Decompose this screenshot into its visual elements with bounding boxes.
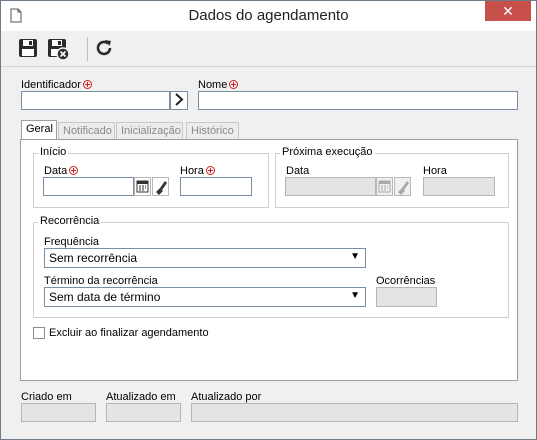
updated-by-label: Atualizado por [191, 391, 262, 403]
created-input [21, 403, 96, 422]
recurrence-end-label: Término da recorrência [44, 275, 158, 287]
frequency-select[interactable]: Sem recorrência ▼ [44, 248, 366, 268]
eraser-icon [156, 181, 167, 195]
refresh-button[interactable] [93, 37, 117, 61]
recurrence-end-select[interactable]: Sem data de término ▼ [44, 287, 366, 307]
next-run-group-title: Próxima execução [280, 146, 375, 158]
start-date-clear-button[interactable] [152, 177, 169, 196]
dropdown-arrow-icon: ▼ [350, 251, 360, 262]
eraser-icon [398, 181, 409, 195]
next-run-group: Próxima execução Data Hora [275, 146, 509, 208]
next-run-date-input [285, 177, 376, 196]
delete-on-finish-label: Excluir ao finalizar agendamento [49, 327, 209, 339]
calendar-icon [136, 180, 149, 193]
save-and-close-icon [48, 39, 70, 61]
title-bar: Dados do agendamento ✕ [1, 1, 536, 31]
name-label-text: Nome [198, 79, 228, 91]
close-icon: ✕ [502, 3, 514, 19]
delete-on-finish-checkbox[interactable] [33, 327, 45, 339]
identifier-input[interactable] [21, 91, 170, 110]
identifier-label: Identificador [21, 79, 92, 91]
updated-input [106, 403, 181, 422]
tab-geral[interactable]: Geral [21, 120, 57, 140]
start-date-label: Data [44, 165, 79, 177]
identifier-label-text: Identificador [21, 79, 81, 91]
minimize-button[interactable] [443, 1, 473, 23]
tab-panel-geral: Início Data Hora Próxima execução Data H… [20, 139, 518, 381]
start-group-title: Início [38, 146, 69, 158]
occurrences-label: Ocorrências [376, 275, 436, 287]
next-run-time-label: Hora [423, 165, 447, 177]
toolbar-separator [87, 37, 88, 61]
close-button[interactable]: ✕ [485, 1, 531, 21]
required-icon [82, 80, 92, 89]
required-icon [205, 166, 215, 175]
save-button[interactable] [17, 37, 41, 61]
dropdown-arrow-icon: ▼ [350, 290, 360, 301]
toolbar [1, 31, 536, 67]
chevron-right-icon [175, 93, 184, 106]
next-run-calendar-button [376, 177, 393, 196]
save-and-close-button[interactable] [46, 37, 70, 61]
tab-historico[interactable]: Histórico [186, 122, 239, 139]
start-time-label: Hora [180, 165, 215, 177]
start-time-label-text: Hora [180, 165, 204, 177]
start-group: Início Data Hora [33, 146, 269, 208]
next-run-date-label: Data [286, 165, 310, 177]
occurrences-input [376, 287, 437, 307]
refresh-icon [96, 40, 112, 56]
dialog-window: Dados do agendamento ✕ Identificador Nom… [0, 0, 537, 440]
updated-label: Atualizado em [106, 391, 176, 403]
save-icon [19, 39, 37, 57]
updated-by-input [191, 403, 518, 422]
identifier-next-button[interactable] [170, 91, 188, 110]
start-date-calendar-button[interactable] [134, 177, 151, 196]
name-label: Nome [198, 79, 239, 91]
name-input[interactable] [198, 91, 518, 110]
frequency-label: Frequência [44, 236, 100, 248]
recurrence-group-title: Recorrência [38, 215, 102, 227]
next-run-time-input [423, 177, 495, 196]
start-time-input[interactable] [180, 177, 252, 196]
required-icon [229, 80, 239, 89]
created-label: Criado em [21, 391, 72, 403]
tab-inicializacao[interactable]: Inicialização [116, 122, 183, 139]
start-date-label-text: Data [44, 165, 68, 177]
start-date-input[interactable] [43, 177, 134, 196]
frequency-value: Sem recorrência [49, 251, 138, 265]
tab-notificado[interactable]: Notificado [58, 122, 115, 139]
required-icon [69, 166, 79, 175]
calendar-icon [378, 180, 391, 193]
recurrence-end-value: Sem data de término [49, 290, 161, 304]
next-run-clear-button [394, 177, 411, 196]
recurrence-group: Recorrência Frequência Sem recorrência ▼… [33, 215, 509, 318]
